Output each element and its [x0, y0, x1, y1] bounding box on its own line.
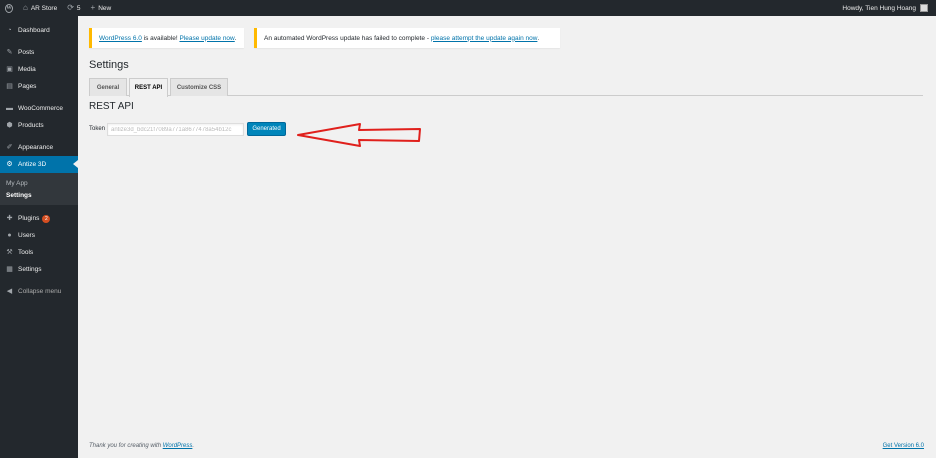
sidebar-item-label: Posts [18, 49, 35, 56]
howdy-text: Howdy, Tien Hung Hoang [842, 4, 916, 12]
page-icon: ▤ [6, 83, 13, 90]
tab-customize-css[interactable]: Customize CSS [170, 78, 228, 96]
token-label: Token [89, 126, 106, 132]
sidebar-item-label: Collapse menu [18, 288, 62, 295]
submenu-item-my-app[interactable]: My App [0, 177, 78, 189]
auto-update-text: An automated WordPress update has failed… [264, 34, 431, 42]
wordpress-logo-icon: W [5, 3, 13, 13]
sidebar-item-antize-3d[interactable]: ⚙ Antize 3D [0, 156, 78, 173]
sidebar-item-label: Plugins [18, 215, 40, 222]
auto-update-end: . [537, 34, 540, 42]
auto-update-failed-notice: An automated WordPress update has failed… [254, 28, 560, 48]
sidebar-item-label: WooCommerce [18, 105, 64, 112]
admin-bar: W ⌂ AR Store ⟳ 5 + New Howdy, Tien Hung … [0, 0, 936, 16]
sidebar-item-woocommerce[interactable]: ▬ WooCommerce [0, 100, 78, 117]
sidebar-item-label: Settings [18, 266, 42, 273]
section-title: REST API [89, 101, 134, 112]
generated-button[interactable]: Generated [247, 122, 286, 136]
sidebar-item-dashboard[interactable]: ◔ Dashboard [0, 22, 78, 39]
sidebar-item-label: Antize 3D [18, 161, 47, 168]
tab-general[interactable]: General [89, 78, 127, 96]
footer-thanks-text: Thank you for creating with [89, 443, 163, 449]
sidebar-item-products[interactable]: ⬢ Products [0, 117, 78, 134]
tab-rest-api[interactable]: REST API [129, 78, 168, 97]
attempt-update-link[interactable]: please attempt the update again now [431, 35, 538, 42]
red-arrow-annotation [297, 123, 421, 147]
sidebar-item-label: Media [18, 66, 36, 73]
sidebar-item-label: Users [18, 232, 35, 239]
site-name: AR Store [30, 4, 58, 12]
footer-thanks: Thank you for creating with WordPress. [89, 443, 194, 449]
sidebar-item-media[interactable]: ▣ Media [0, 61, 78, 78]
sidebar-item-tools[interactable]: ⚒ Tools [0, 244, 78, 261]
my-account-link[interactable]: Howdy, Tien Hung Hoang [842, 4, 936, 12]
update-nag-end: . [234, 34, 237, 42]
wordpress-footer-link[interactable]: WordPress [163, 443, 193, 449]
sidebar-item-appearance[interactable]: ✐ Appearance [0, 139, 78, 156]
home-icon: ⌂ [23, 3, 28, 12]
sidebar-item-settings[interactable]: ▦ Settings [0, 261, 78, 278]
collapse-icon: ◀ [6, 288, 13, 295]
please-update-link[interactable]: Please update now [179, 35, 234, 42]
updates-icon: ⟳ [67, 3, 74, 12]
users-icon: ● [7, 232, 12, 239]
dashboard-icon: ◔ [7, 27, 12, 34]
plus-icon: + [90, 3, 96, 12]
sidebar-item-label: Products [18, 122, 44, 129]
new-label: New [98, 4, 112, 12]
footer-thanks-end: . [192, 443, 195, 449]
update-nag-text: is available! [141, 34, 180, 42]
updates-link[interactable]: ⟳ 5 [62, 0, 85, 16]
antize-submenu: My App Settings [0, 173, 78, 205]
submenu-item-settings[interactable]: Settings [0, 189, 78, 201]
sidebar-item-label: Tools [18, 249, 34, 256]
sidebar-item-pages[interactable]: ▤ Pages [0, 78, 78, 95]
new-content-link[interactable]: + New [86, 0, 117, 16]
gear-icon: ⚙ [6, 161, 13, 168]
plugin-icon: ✚ [6, 215, 13, 222]
site-name-link[interactable]: ⌂ AR Store [18, 0, 62, 16]
sidebar-item-label: Dashboard [18, 27, 50, 34]
token-input[interactable] [107, 123, 244, 136]
media-icon: ▣ [6, 66, 13, 73]
sidebar-item-posts[interactable]: ✎ Posts [0, 44, 78, 61]
sidebar-item-label: Pages [18, 83, 37, 90]
wrench-icon: ⚒ [6, 249, 13, 256]
pin-icon: ✎ [6, 49, 13, 56]
admin-sidebar: ◔ Dashboard ✎ Posts ▣ Media ▤ Pages ▬ Wo… [0, 16, 78, 458]
update-nag-notice: WordPress 6.0 is available! Please updat… [89, 28, 244, 48]
avatar [920, 4, 928, 12]
wordpress-version-link[interactable]: WordPress 6.0 [99, 35, 142, 42]
updates-count: 5 [76, 4, 81, 12]
brush-icon: ✐ [6, 144, 13, 151]
woocommerce-icon: ▬ [6, 105, 13, 112]
collapse-menu-button[interactable]: ◀ Collapse menu [0, 283, 78, 300]
settings-tabs: General REST API Customize CSS [89, 78, 923, 97]
settings-icon: ▦ [6, 266, 13, 273]
sidebar-item-label: Appearance [18, 144, 54, 151]
products-icon: ⬢ [6, 122, 13, 129]
wordpress-logo-button[interactable]: W [0, 0, 18, 16]
plugins-update-badge: 2 [42, 214, 51, 223]
page-title: Settings [89, 59, 129, 71]
get-version-link[interactable]: Get Version 6.0 [883, 443, 924, 449]
sidebar-item-users[interactable]: ● Users [0, 227, 78, 244]
sidebar-item-plugins[interactable]: ✚ Plugins 2 [0, 210, 78, 227]
